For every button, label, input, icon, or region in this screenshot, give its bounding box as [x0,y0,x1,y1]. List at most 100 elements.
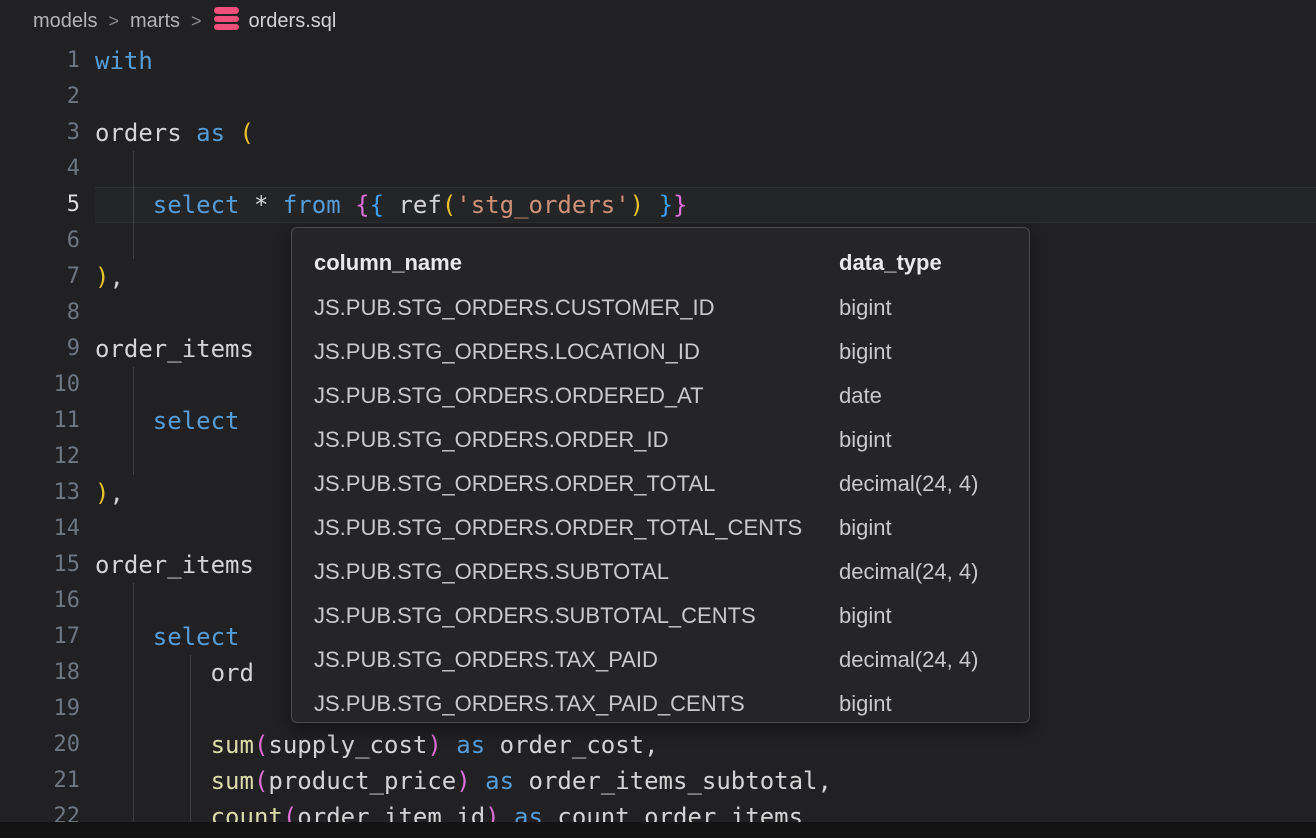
code-token [95,731,211,759]
hover-popup-column-table: column_name data_type JS.PUB.STG_ORDERS.… [291,227,1030,723]
line-number: 12 [0,439,95,475]
data-type-cell: decimal(24, 4) [839,647,1007,673]
popup-table-row: JS.PUB.STG_ORDERS.ORDER_IDbigint [314,418,1007,462]
code-token: ( [442,191,456,219]
code-token [268,191,282,219]
column-name-cell: JS.PUB.STG_ORDERS.ORDER_ID [314,427,839,453]
popup-header-row: column_name data_type [314,240,1007,286]
code-token: ) [95,263,109,291]
code-token: from [283,191,341,219]
code-token [644,191,658,219]
code-token: ( [240,119,254,147]
code-line: 1with [0,43,1316,79]
code-token [485,731,499,759]
code-token: 'stg_orders' [456,191,629,219]
code-line-content[interactable]: sum(supply_cost) as order_cost, [95,727,1316,763]
indent-guide [133,151,134,259]
popup-header-column-name: column_name [314,250,839,276]
data-type-cell: bigint [839,339,1007,365]
code-token [95,767,211,795]
popup-table-row: JS.PUB.STG_ORDERS.SUBTOTALdecimal(24, 4) [314,550,1007,594]
data-type-cell: bigint [839,603,1007,629]
code-token [514,767,528,795]
code-line-content[interactable]: sum(product_price) as order_items_subtot… [95,763,1316,799]
code-line-content[interactable]: orders as ( [95,115,1316,151]
code-line-content[interactable]: with [95,43,1316,79]
column-name-cell: JS.PUB.STG_ORDERS.ORDER_TOTAL [314,471,839,497]
line-number: 3 [0,115,95,151]
breadcrumb-separator-icon: > [108,11,119,32]
column-name-cell: JS.PUB.STG_ORDERS.CUSTOMER_ID [314,295,839,321]
popup-table-row: JS.PUB.STG_ORDERS.CUSTOMER_IDbigint [314,286,1007,330]
code-token: } [659,191,673,219]
line-number: 15 [0,547,95,583]
breadcrumb-file-name[interactable]: orders.sql [249,10,337,33]
code-token: ord [211,659,254,687]
code-token: select [153,191,240,219]
popup-table-row: JS.PUB.STG_ORDERS.ORDER_TOTALdecimal(24,… [314,462,1007,506]
code-token: sum [211,731,254,759]
column-name-cell: JS.PUB.STG_ORDERS.SUBTOTAL [314,559,839,585]
line-number: 17 [0,619,95,655]
code-token: ) [456,767,470,795]
breadcrumb-separator-icon: > [191,11,202,32]
code-token: order_items [95,551,254,579]
code-token [240,191,254,219]
column-name-cell: JS.PUB.STG_ORDERS.ORDERED_AT [314,383,839,409]
code-token: ( [254,767,268,795]
line-number: 13 [0,475,95,511]
line-number: 20 [0,727,95,763]
column-name-cell: JS.PUB.STG_ORDERS.SUBTOTAL_CENTS [314,603,839,629]
code-token: with [95,47,153,75]
editor-window: models > marts > orders.sql 1with23order… [0,0,1316,838]
data-type-cell: bigint [839,427,1007,453]
code-token: ) [630,191,644,219]
line-number: 5 [0,187,95,223]
code-line-content[interactable] [95,151,1316,187]
indent-guide [133,583,134,822]
code-token: product_price [268,767,456,795]
data-type-cell: bigint [839,515,1007,541]
code-token: ( [254,731,268,759]
code-token: } [673,191,687,219]
line-number: 7 [0,259,95,295]
code-token [471,767,485,795]
code-token: order_items [95,335,254,363]
code-token [442,731,456,759]
code-line-content[interactable]: select * from {{ ref('stg_orders') }} [95,187,1316,223]
line-number: 2 [0,79,95,115]
line-number: 14 [0,511,95,547]
breadcrumb-item-models[interactable]: models [33,10,97,33]
code-line: 4 [0,151,1316,187]
code-token [95,623,153,651]
data-type-cell: decimal(24, 4) [839,559,1007,585]
line-number: 6 [0,223,95,259]
line-number: 19 [0,691,95,727]
code-token [384,191,398,219]
line-number: 1 [0,43,95,79]
bottom-panel-edge [0,822,1316,838]
code-token: ) [95,479,109,507]
breadcrumb-item-marts[interactable]: marts [130,10,180,33]
code-token: order_cost, [500,731,659,759]
code-line: 21 sum(product_price) as order_items_sub… [0,763,1316,799]
popup-rows: JS.PUB.STG_ORDERS.CUSTOMER_IDbigintJS.PU… [314,286,1007,723]
line-number: 21 [0,763,95,799]
line-number: 11 [0,403,95,439]
popup-table-row: JS.PUB.STG_ORDERS.ORDERED_ATdate [314,374,1007,418]
line-number: 10 [0,367,95,403]
line-number: 4 [0,151,95,187]
data-type-cell: decimal(24, 4) [839,471,1007,497]
code-token: sum [211,767,254,795]
code-line-content[interactable] [95,79,1316,115]
code-token: , [109,263,123,291]
data-type-cell: date [839,383,1007,409]
line-number: 18 [0,655,95,691]
code-line: 5 select * from {{ ref('stg_orders') }} [0,187,1316,223]
code-token: { [355,191,369,219]
code-token [182,119,196,147]
line-number: 9 [0,331,95,367]
popup-table-row: JS.PUB.STG_ORDERS.ORDER_TOTAL_CENTSbigin… [314,506,1007,550]
code-line: 2 [0,79,1316,115]
popup-header-data-type: data_type [839,250,1007,276]
